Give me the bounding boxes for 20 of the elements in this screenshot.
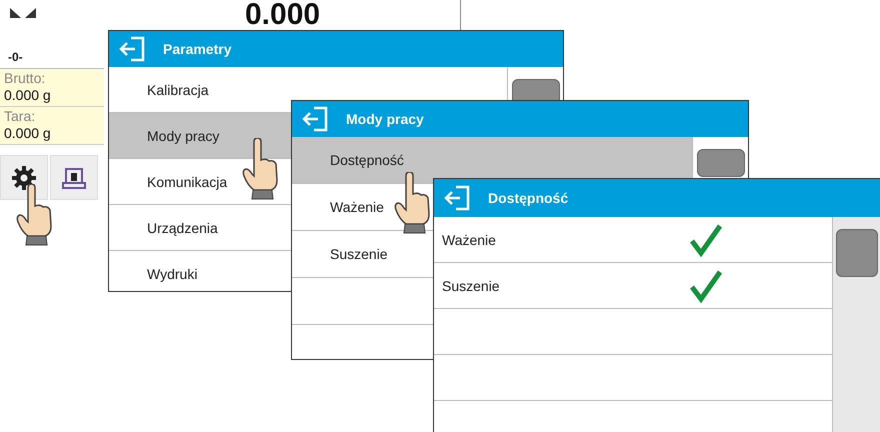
info-label: Tara: [4,108,36,125]
weight-display: 0.000 [245,0,320,30]
menu-item[interactable]: Dostępność [292,137,692,184]
info-label: Brutto: [4,70,46,87]
pointing-hand-icon [392,172,432,234]
menu-item[interactable]: Suszenie [434,263,832,309]
zero-indicator: -0- [8,50,23,64]
info-value: 0.000 g [4,87,52,104]
pointing-hand-icon [240,138,280,200]
menu-item[interactable]: Ważenie [434,217,832,263]
scroll-thumb[interactable] [696,149,744,177]
window-title: Mody pracy [346,111,424,127]
window-title: Dostępność [488,190,568,206]
scale-button[interactable] [50,155,98,200]
info-value: 0.000 g [4,125,52,142]
settings-button[interactable] [0,155,48,200]
scroll-thumb[interactable] [836,229,878,277]
window-title: Parametry [163,41,232,57]
stability-icon [10,8,36,18]
pointing-hand-icon [14,184,54,246]
